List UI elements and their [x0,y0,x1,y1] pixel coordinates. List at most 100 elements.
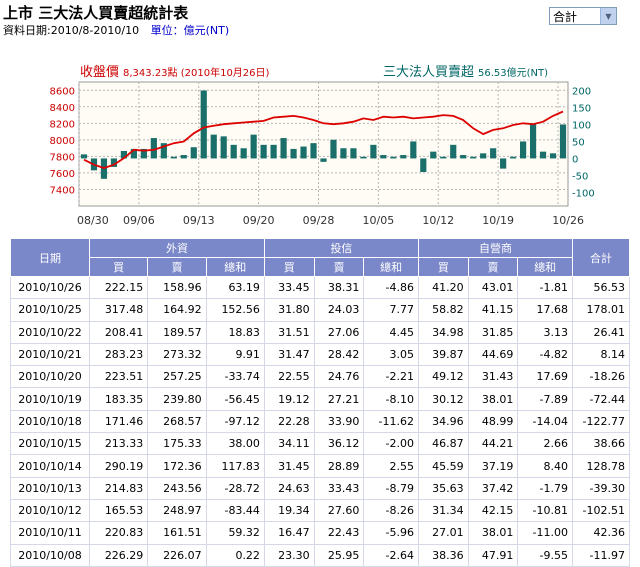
bar [290,148,297,159]
cell-date: 2010/10/26 [10,275,90,300]
bar [210,134,217,159]
cell-d-sell: 38.01 [467,521,519,545]
x-tick-label: 09/06 [123,214,155,227]
y-left-tick-label: 7400 [50,185,75,196]
cell-t-net: -8.10 [363,387,419,411]
cell-total: -11.97 [572,543,630,567]
y-right-tick-label: -50 [572,171,588,182]
cell-d-buy: 46.87 [417,432,469,456]
cell-d-sell: 37.42 [467,476,519,500]
bar [390,156,397,159]
bar [300,146,307,159]
col-dealer-net: 總和 [517,257,573,277]
cell-f-net: 63.19 [205,275,265,300]
cell-t-buy: 31.51 [263,320,315,344]
y-right-tick-label: 0 [572,154,578,165]
cell-f-sell: 226.07 [147,543,207,567]
y-left-tick-label: 8000 [50,136,75,147]
cell-f-sell: 158.96 [147,275,207,300]
table-row: 2010/10/19 183.35 239.80 -56.45 19.12 27.21 -8… [10,387,630,411]
table-subheader-row: 買 賣 總和 買 賣 總和 買 賣 總和 [11,257,630,277]
chevron-down-icon[interactable]: ▼ [600,8,616,24]
cell-f-sell: 239.80 [147,387,207,411]
table-row: 2010/10/18 171.46 268.57 -97.12 22.28 33.90 -1… [10,409,630,434]
bar [250,134,257,159]
cell-f-net: -83.44 [205,498,265,523]
cell-d-sell: 31.85 [467,320,519,344]
cell-t-net: -2.21 [363,365,419,389]
cell-total: -72.44 [572,387,630,411]
bar [440,156,447,159]
cell-date: 2010/10/12 [10,498,90,523]
cell-f-sell: 257.25 [147,365,207,389]
cell-f-net: 117.83 [205,454,265,478]
bar [260,144,267,159]
page-title: 上市 三大法人買賣超統計表 [3,4,189,22]
x-tick-label: 10/19 [482,214,514,227]
y-left-tick-label: 7800 [50,152,75,163]
cell-d-buy: 34.98 [417,320,469,344]
cell-d-net: 2.66 [517,432,573,456]
table-row: 2010/10/15 213.33 175.33 38.00 34.11 36.12 -2.… [10,432,630,456]
col-foreign-buy: 買 [88,257,149,277]
cell-f-sell: 175.33 [147,432,207,456]
cell-d-buy: 49.12 [417,365,469,389]
cell-d-buy: 39.87 [417,342,469,367]
cell-f-buy: 183.35 [88,387,149,411]
cell-total: -39.30 [572,476,630,500]
cell-t-sell: 24.03 [313,298,365,322]
cell-total: 8.14 [572,342,630,367]
cell-f-net: -28.72 [205,476,265,500]
cell-t-sell: 25.95 [313,543,365,567]
cell-t-buy: 22.55 [263,365,315,389]
cell-t-buy: 34.11 [263,432,315,456]
cell-f-buy: 223.51 [88,365,149,389]
bar [360,156,367,159]
cell-d-buy: 30.12 [417,387,469,411]
bar [430,151,437,159]
cell-total: 56.53 [572,275,630,300]
col-foreign: 外資 [89,238,265,258]
bar [559,124,567,159]
col-trust-net: 總和 [363,257,419,277]
table-row: 2010/10/22 208.41 189.57 18.83 31.51 27.06 4.4… [10,320,630,344]
bar [230,144,237,159]
cell-f-net: 59.32 [205,521,265,545]
cell-f-sell: 189.57 [147,320,207,344]
cell-f-sell: 273.32 [147,342,207,367]
bar [470,156,477,159]
cell-f-buy: 222.15 [88,275,149,300]
market-select[interactable]: 合計 ▼ [549,7,617,25]
cell-f-buy: 208.41 [88,320,149,344]
chart: 7400 7600 7800 8000 8200 8400 8600 -100 -50 0 50 10… [0,58,640,238]
cell-date: 2010/10/15 [10,432,90,456]
cell-d-net: 8.40 [517,454,573,478]
cell-f-buy: 226.29 [88,543,149,567]
cell-t-net: 3.05 [363,342,419,367]
cell-d-buy: 58.82 [417,298,469,322]
cell-f-sell: 161.51 [147,521,207,545]
bar [450,144,457,159]
y-left-tick-label: 8400 [50,103,75,114]
cell-d-sell: 44.21 [467,432,519,456]
table-row: 2010/10/12 165.53 248.97 -83.44 19.34 27.60 -8… [10,498,630,523]
cell-d-sell: 47.91 [467,543,519,567]
market-select-value: 合計 [553,9,578,24]
cell-t-net: -8.26 [363,498,419,523]
cell-f-sell: 268.57 [147,409,207,434]
cell-d-net: -11.00 [517,521,573,545]
bar [480,153,487,159]
unit-label: 單位：億元(NT) [150,24,230,37]
bar [410,141,417,159]
x-tick-label: 09/13 [183,214,215,227]
bar [370,144,377,159]
cell-d-sell: 43.01 [467,275,519,300]
col-foreign-sell: 賣 [147,257,207,277]
x-tick-label: 08/30 [77,214,109,227]
bar [190,147,197,159]
bar [420,158,427,173]
cell-d-buy: 35.63 [417,476,469,500]
cell-f-net: -97.12 [205,409,265,434]
bar [400,155,407,159]
table-row: 2010/10/26 222.15 158.96 63.19 33.45 38.31 -4.… [10,275,630,300]
